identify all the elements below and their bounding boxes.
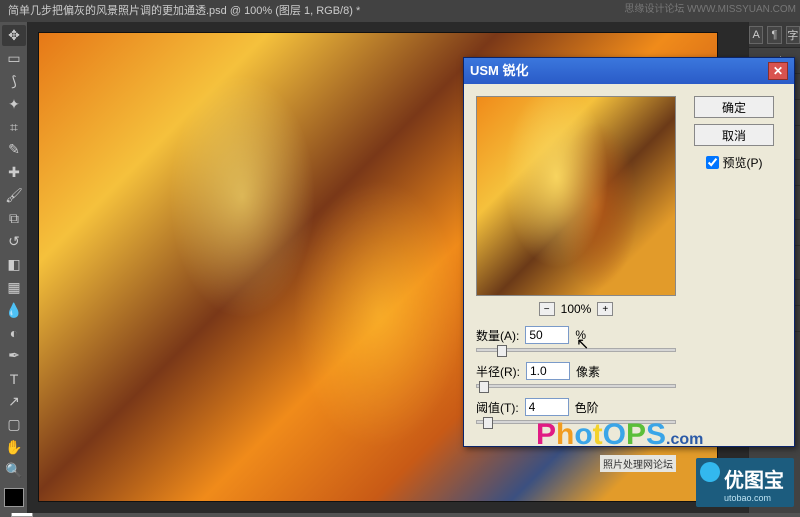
marquee-tool[interactable]: ▭: [2, 48, 26, 69]
history-brush-tool[interactable]: ↺: [2, 231, 26, 252]
eyedropper-tool[interactable]: ✎: [2, 139, 26, 160]
gradient-tool[interactable]: ▦: [2, 277, 26, 298]
preview-checkbox-row[interactable]: 预览(P): [706, 154, 763, 171]
para-panel-button[interactable]: ¶: [767, 26, 781, 44]
eraser-tool[interactable]: ◧: [2, 254, 26, 275]
amount-label: 数量(A):: [476, 327, 519, 344]
zoom-tool[interactable]: 🔍: [2, 460, 26, 481]
site-watermark: 思缘设计论坛 WWW.MISSYUAN.COM: [624, 0, 796, 15]
zoom-percent: 100%: [561, 302, 592, 316]
close-button[interactable]: ✕: [768, 62, 788, 80]
radius-input[interactable]: [526, 362, 570, 380]
hand-tool[interactable]: ✋: [2, 437, 26, 458]
amount-unit: %: [575, 328, 586, 342]
wand-tool[interactable]: ✦: [2, 94, 26, 115]
shape-tool[interactable]: ▢: [2, 414, 26, 435]
dialog-titlebar[interactable]: USM 锐化 ✕: [464, 58, 794, 84]
zoom-in-button[interactable]: +: [597, 302, 613, 316]
char-panel-button[interactable]: A: [749, 26, 763, 44]
lasso-tool[interactable]: ⟆: [2, 71, 26, 92]
radius-param: 半径(R): 像素: [476, 362, 676, 388]
stamp-tool[interactable]: ⧉: [2, 208, 26, 229]
photops-watermark: PhotOPS.com: [536, 418, 703, 452]
heal-tool[interactable]: ✚: [2, 162, 26, 183]
ok-button[interactable]: 确定: [694, 96, 774, 118]
dialog-title-text: USM 锐化: [470, 58, 529, 84]
blur-tool[interactable]: 💧: [2, 300, 26, 321]
path-tool[interactable]: ↗: [2, 391, 26, 412]
brush-tool[interactable]: 🖌: [2, 185, 26, 206]
usm-sharpen-dialog: USM 锐化 ✕ − 100% + 数量(A): %: [463, 57, 795, 447]
crop-tool[interactable]: ⌗: [2, 117, 26, 138]
zoom-out-button[interactable]: −: [539, 302, 555, 316]
preview-checkbox-label: 预览(P): [723, 154, 763, 171]
utobao-watermark: 优图宝 utobao.com: [696, 458, 794, 507]
dodge-tool[interactable]: ◐: [2, 323, 26, 344]
radius-slider[interactable]: [476, 384, 676, 388]
radius-label: 半径(R):: [476, 363, 520, 380]
amount-param: 数量(A): %: [476, 326, 676, 352]
amount-input[interactable]: [525, 326, 569, 344]
preview-checkbox[interactable]: [706, 156, 719, 169]
move-tool[interactable]: ✥: [2, 25, 26, 46]
photops-sub: 照片处理网论坛: [600, 455, 676, 472]
pen-tool[interactable]: ✒: [2, 345, 26, 366]
color-swatch[interactable]: [4, 488, 24, 507]
glyph-panel-button[interactable]: 字: [786, 26, 800, 44]
threshold-unit: 色阶: [575, 399, 599, 416]
amount-slider[interactable]: [476, 348, 676, 352]
bird-icon: [700, 462, 720, 482]
cancel-button[interactable]: 取消: [694, 124, 774, 146]
radius-unit: 像素: [576, 363, 600, 380]
preview-thumbnail[interactable]: [476, 96, 676, 296]
type-tool[interactable]: T: [2, 368, 26, 389]
threshold-label: 阈值(T):: [476, 399, 519, 416]
toolbox: ✥ ▭ ⟆ ✦ ⌗ ✎ ✚ 🖌 ⧉ ↺ ◧ ▦ 💧 ◐ ✒ T ↗ ▢ ✋ 🔍: [0, 22, 28, 513]
threshold-input[interactable]: [525, 398, 569, 416]
